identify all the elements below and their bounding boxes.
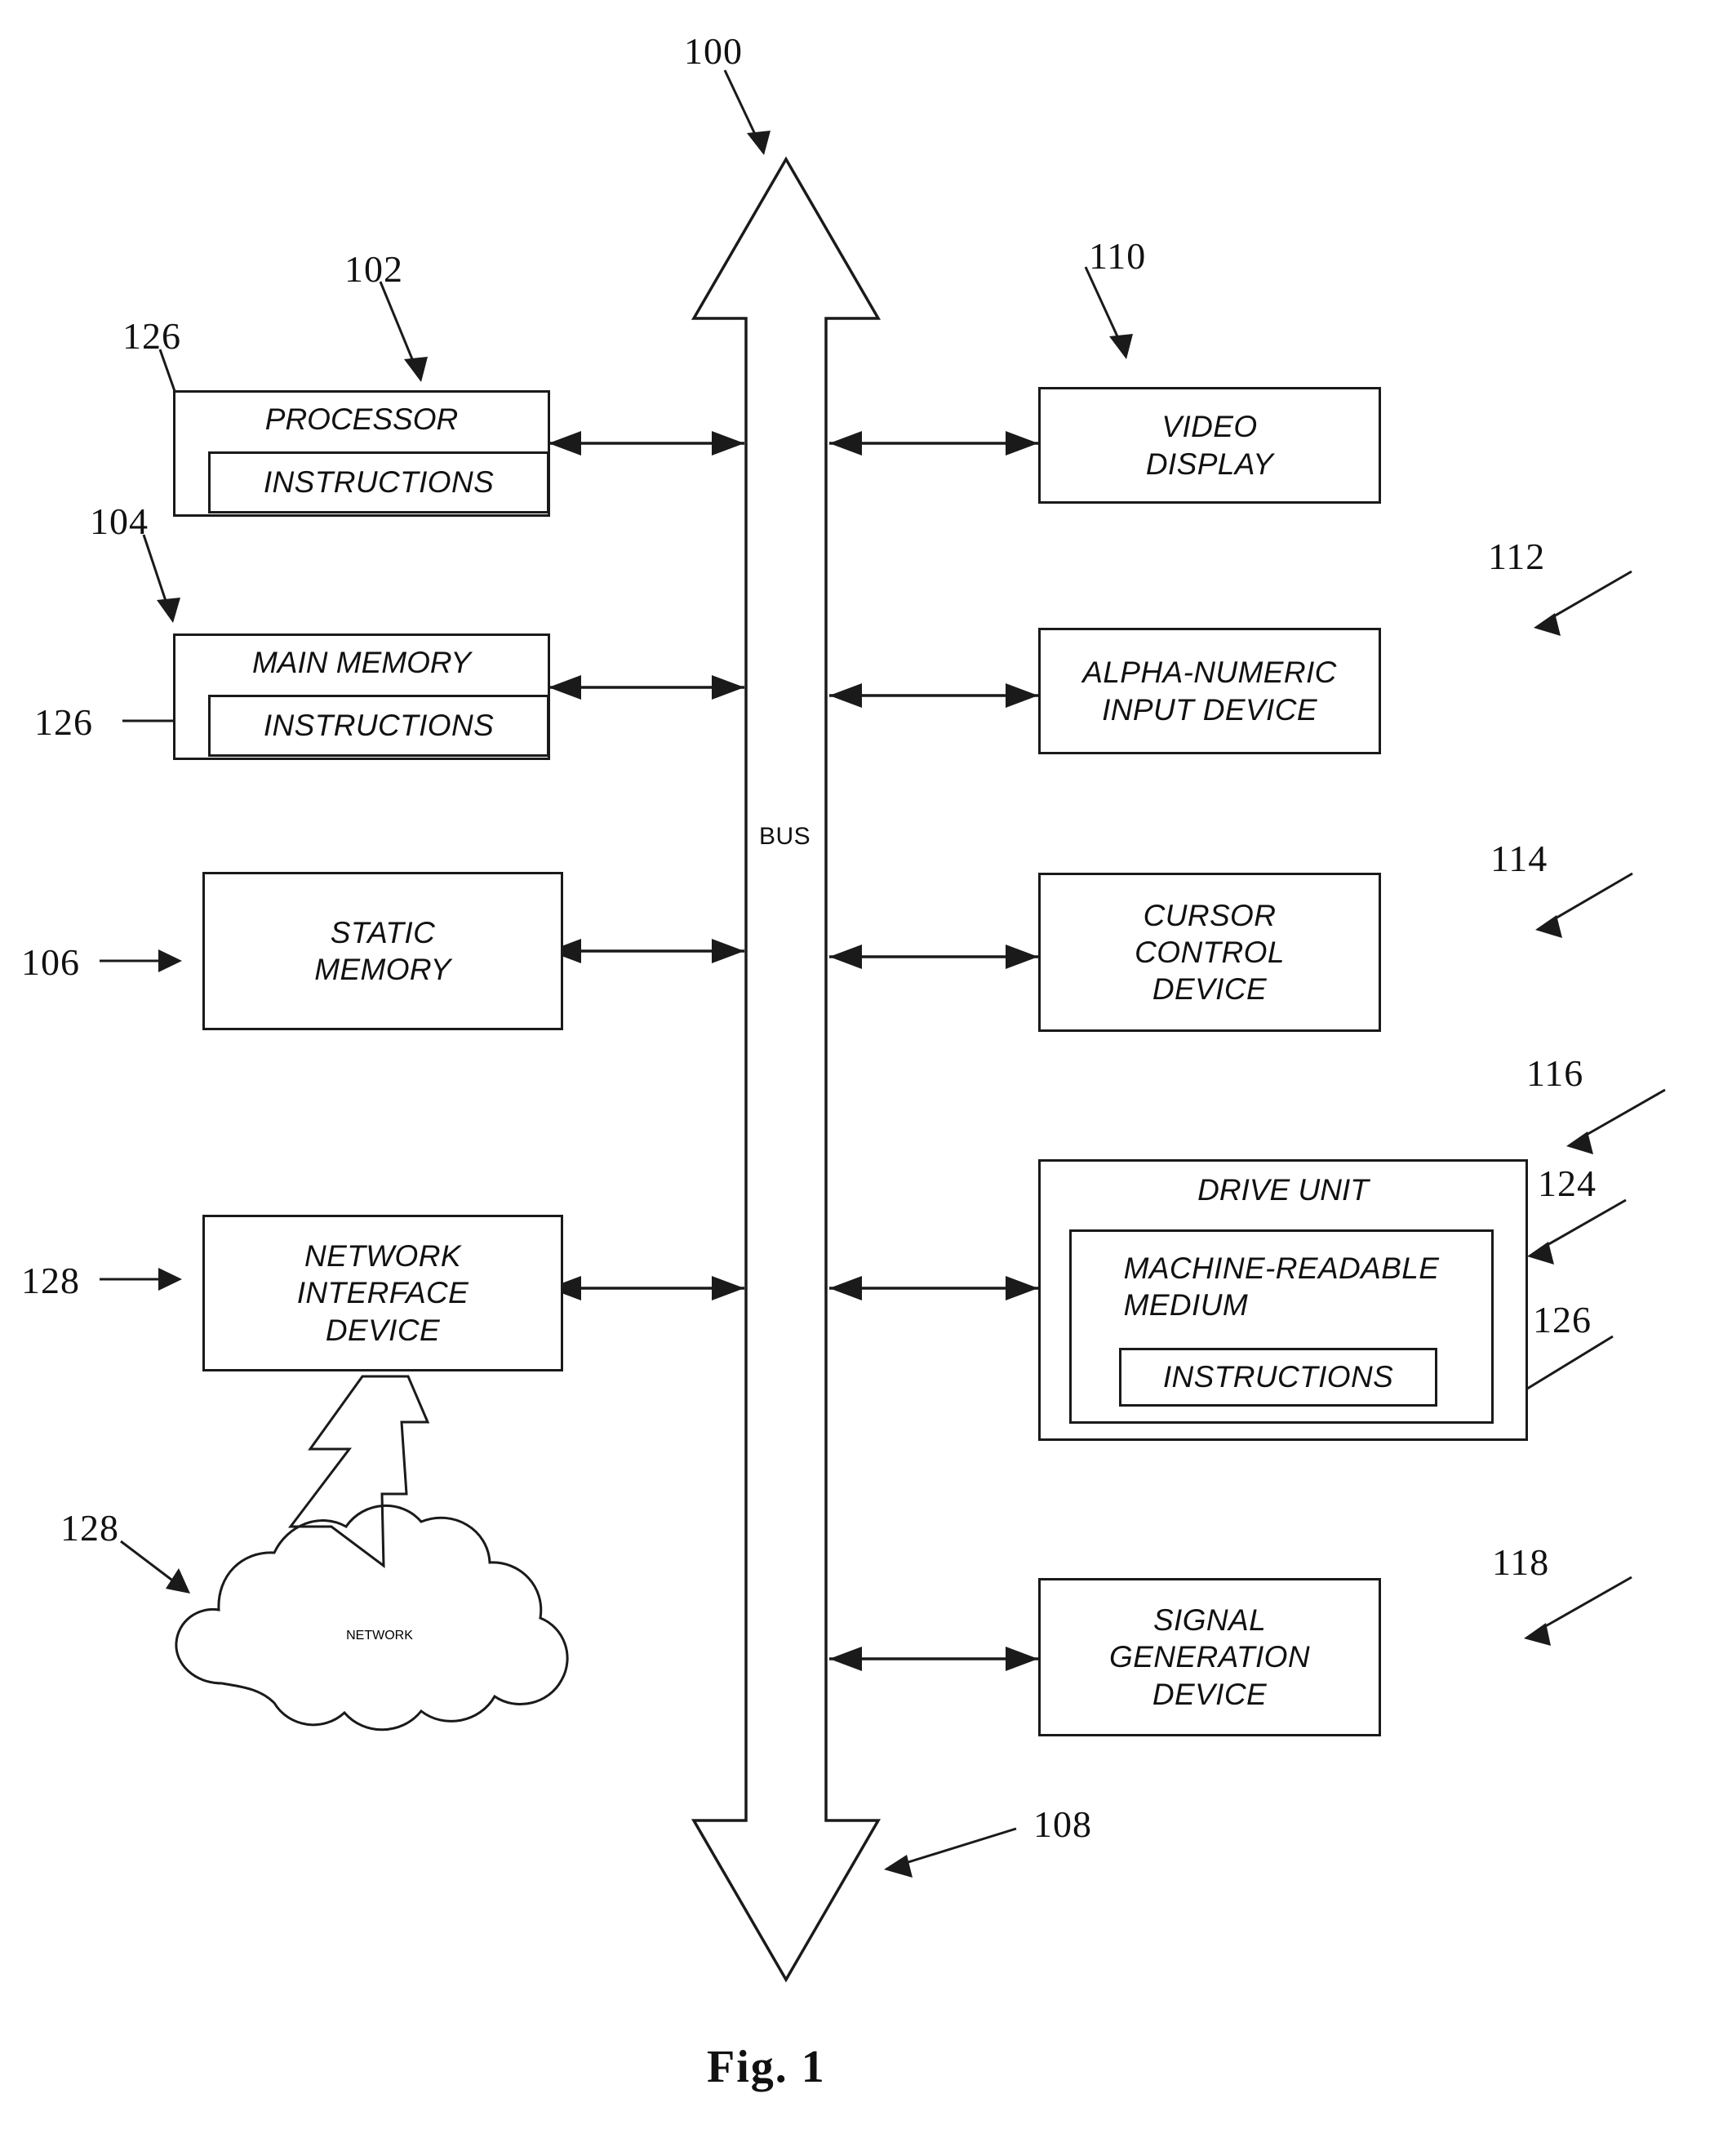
static-memory-label: STATIC MEMORY	[314, 915, 451, 986]
machine-readable-medium-label: MACHINE-READABLE MEDIUM	[1123, 1251, 1440, 1322]
network-cloud-block: NETWORK	[269, 1629, 490, 1643]
drive-unit-instructions-box: INSTRUCTIONS	[1119, 1348, 1437, 1407]
alpha-numeric-input-device-label: ALPHA-NUMERIC INPUT DEVICE	[1082, 656, 1337, 727]
main-memory-instructions-box: INSTRUCTIONS	[208, 695, 549, 757]
network-interface-device-block: NETWORK INTERFACE DEVICE	[202, 1215, 563, 1371]
main-memory-label: MAIN MEMORY	[252, 646, 471, 679]
cursor-control-device-label: CURSOR CONTROL DEVICE	[1135, 898, 1285, 1007]
cursor-control-device-block: CURSOR CONTROL DEVICE	[1038, 873, 1381, 1032]
ref-106: 106	[21, 941, 80, 983]
diagram-vector-layer	[100, 69, 1666, 1983]
patent-figure-1: PROCESSOR INSTRUCTIONS MAIN MEMORY INSTR…	[0, 0, 1732, 2156]
ref-110: 110	[1089, 235, 1147, 277]
alpha-numeric-input-device-block: ALPHA-NUMERIC INPUT DEVICE	[1038, 628, 1381, 754]
ref-128-network: 128	[60, 1507, 119, 1549]
wireless-lightning-bolt	[287, 1375, 430, 1569]
ref-126-processor: 126	[122, 315, 181, 357]
bus-connector-lines-left	[548, 431, 744, 1300]
main-memory-block: MAIN MEMORY INSTRUCTIONS	[173, 633, 550, 760]
machine-readable-medium-block: MACHINE-READABLE MEDIUM INSTRUCTIONS	[1069, 1229, 1494, 1424]
processor-block: PROCESSOR INSTRUCTIONS	[173, 390, 550, 517]
ref-116: 116	[1526, 1052, 1584, 1094]
ref-108: 108	[1033, 1803, 1092, 1845]
processor-instructions-box: INSTRUCTIONS	[208, 451, 549, 513]
ref-114: 114	[1490, 838, 1548, 879]
drive-unit-block: DRIVE UNIT MACHINE-READABLE MEDIUM INSTR…	[1038, 1159, 1528, 1441]
video-display-label: VIDEO DISPLAY	[1145, 410, 1274, 481]
processor-label: PROCESSOR	[264, 402, 459, 436]
ref-128-nid: 128	[21, 1260, 80, 1301]
processor-instructions-label: INSTRUCTIONS	[263, 465, 495, 500]
video-display-block: VIDEO DISPLAY	[1038, 387, 1381, 504]
ref-118: 118	[1492, 1541, 1550, 1583]
ref-126-drive-unit: 126	[1533, 1299, 1592, 1340]
network-cloud-label: NETWORK	[346, 1629, 413, 1643]
bus-connector-lines-right	[829, 431, 1038, 1671]
ref-124: 124	[1538, 1162, 1597, 1204]
signal-generation-device-block: SIGNAL GENERATION DEVICE	[1038, 1578, 1381, 1736]
system-bus-arrow	[691, 156, 882, 1983]
drive-unit-label: DRIVE UNIT	[1197, 1173, 1369, 1207]
main-memory-instructions-label: INSTRUCTIONS	[263, 709, 495, 743]
ref-126-main-memory: 126	[34, 701, 93, 743]
network-interface-device-label: NETWORK INTERFACE DEVICE	[296, 1239, 469, 1347]
ref-100: 100	[684, 30, 743, 72]
bus-label: BUS	[759, 823, 811, 850]
network-cloud-shape	[175, 1505, 569, 1731]
figure-caption: Fig. 1	[707, 2042, 826, 2092]
static-memory-block: STATIC MEMORY	[202, 872, 563, 1030]
ref-112: 112	[1488, 536, 1546, 577]
ref-102: 102	[344, 248, 403, 290]
signal-generation-device-label: SIGNAL GENERATION DEVICE	[1109, 1603, 1310, 1711]
ref-104: 104	[90, 500, 149, 542]
drive-unit-instructions-label: INSTRUCTIONS	[1162, 1360, 1394, 1394]
